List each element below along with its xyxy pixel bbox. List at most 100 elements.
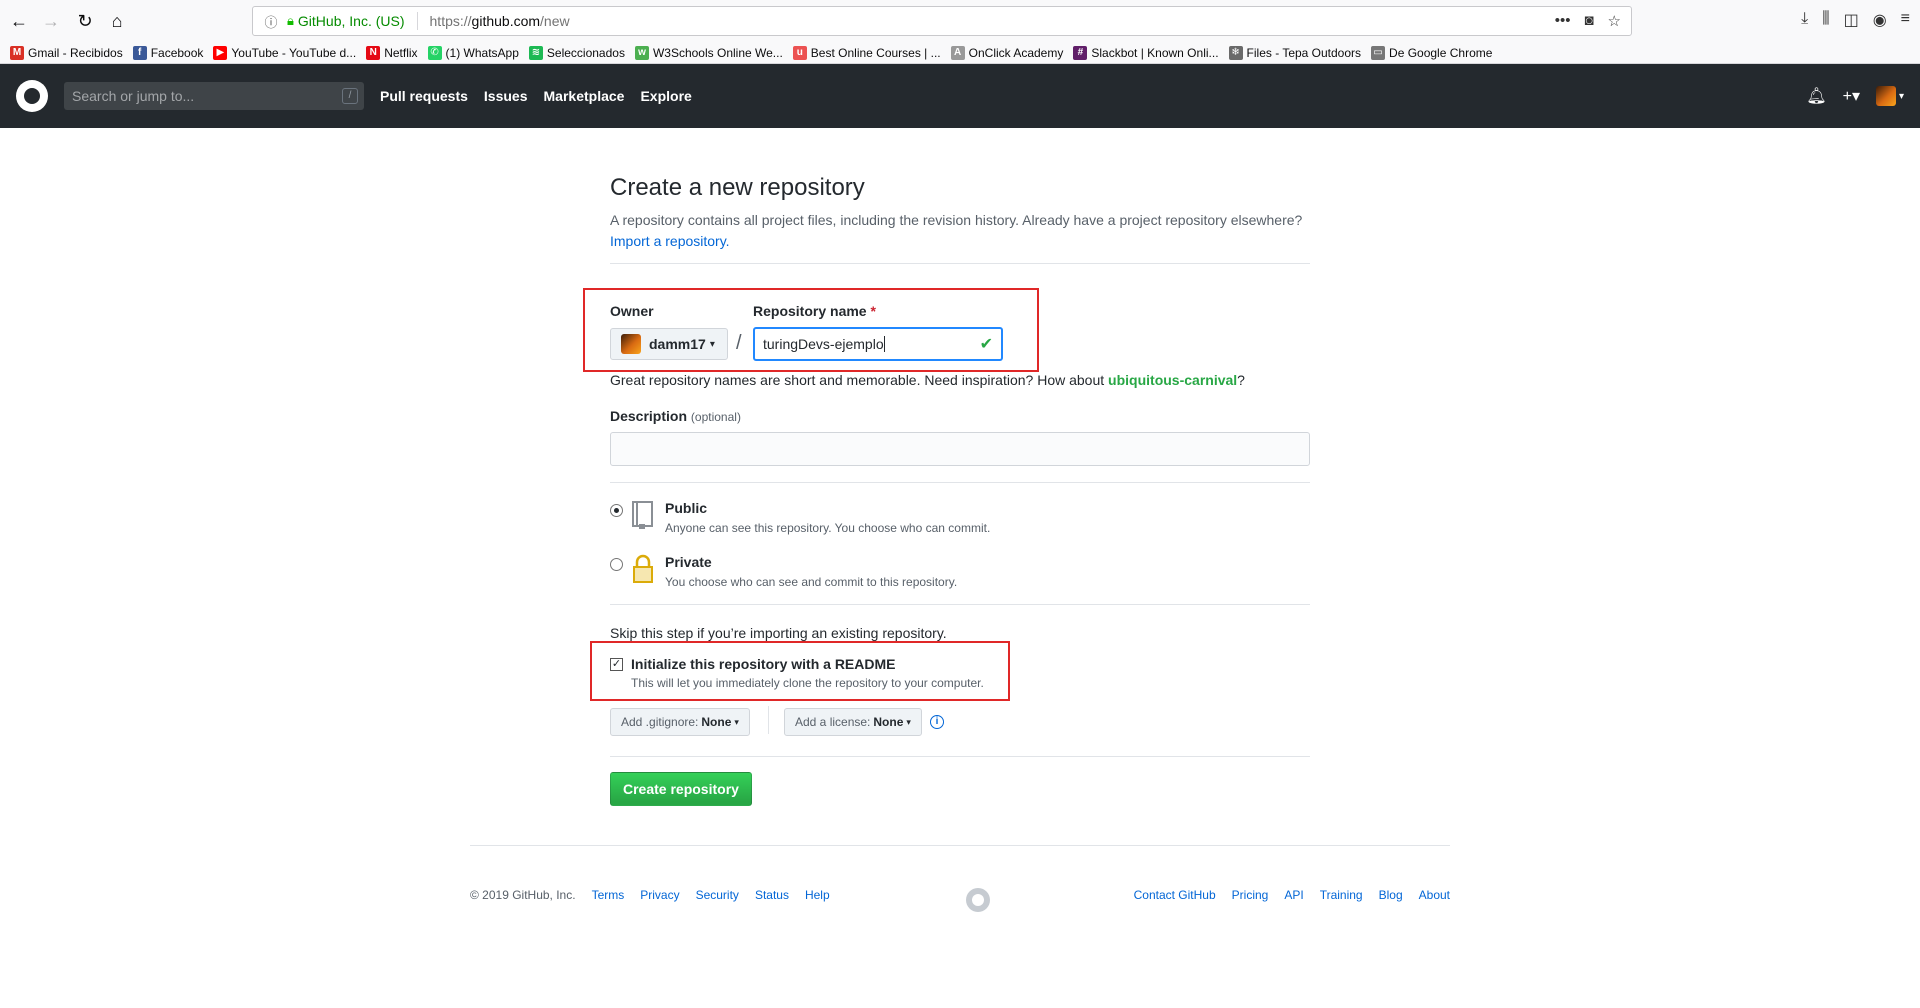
plus-dropdown-icon[interactable]: +▾ xyxy=(1843,86,1860,106)
chevron-down-icon: ▾ xyxy=(906,716,911,727)
search-input[interactable]: Search or jump to... / xyxy=(64,82,364,110)
hint-text: Great repository names are short and mem… xyxy=(610,372,1105,388)
bookmark-w3schools[interactable]: w W3Schools Online We... xyxy=(634,46,783,60)
bookmark-gmail[interactable]: M Gmail - Recibidos xyxy=(10,46,123,60)
url-text[interactable]: https://github.com/new xyxy=(430,13,570,29)
info-icon[interactable]: ⓘ xyxy=(261,12,281,31)
footer-link-training[interactable]: Training xyxy=(1320,888,1363,902)
description-label-text: Description xyxy=(610,408,688,424)
gitignore-select[interactable]: Add .gitignore: None ▾ xyxy=(610,708,750,736)
footer-link-status[interactable]: Status xyxy=(755,888,789,902)
folder-icon: ▭ xyxy=(1371,46,1386,60)
new-repo-form: Create a new repository A repository con… xyxy=(610,128,1310,252)
lock-icon: 🔒︎ xyxy=(287,13,294,28)
visibility-public-option[interactable]: Public Anyone can see this repository. Y… xyxy=(610,500,990,535)
bookmark-netflix[interactable]: N Netflix xyxy=(366,46,418,60)
account-icon[interactable]: ◉ xyxy=(1873,10,1887,30)
url-bar[interactable]: ⓘ 🔒︎ GitHub, Inc. (US) https://github.co… xyxy=(252,6,1632,36)
bookmark-facebook[interactable]: f Facebook xyxy=(132,46,203,60)
footer-link-privacy[interactable]: Privacy xyxy=(640,888,679,902)
highlight-box-name xyxy=(583,288,1039,372)
nav-explore[interactable]: Explore xyxy=(640,88,691,104)
page-title: Create a new repository xyxy=(610,174,865,201)
private-text: Private You choose who can see and commi… xyxy=(665,554,957,589)
license-select[interactable]: Add a license: None ▾ xyxy=(784,708,922,736)
bell-icon[interactable]: 🔔︎ xyxy=(1806,86,1826,106)
info-icon[interactable]: i xyxy=(930,715,944,729)
download-icon[interactable]: ⤓ xyxy=(1801,10,1808,30)
bookmark-udemy[interactable]: u Best Online Courses | ... xyxy=(792,46,941,60)
footer-link-terms[interactable]: Terms xyxy=(592,888,625,902)
bookmark-label: Slackbot | Known Onli... xyxy=(1091,46,1219,60)
bookmark-files[interactable]: ❄ Files - Tepa Outdoors xyxy=(1228,46,1361,60)
footer: © 2019 GitHub, Inc. Terms Privacy Security… xyxy=(470,845,1450,925)
nav-pull-requests[interactable]: Pull requests xyxy=(380,88,468,104)
browser-toolbar: ← → ↻ ⌂ ⓘ 🔒︎ GitHub, Inc. (US) https://g… xyxy=(0,0,1920,64)
bookmark-youtube[interactable]: ▶ YouTube - YouTube d... xyxy=(213,46,356,60)
description-label: Description (optional) xyxy=(610,408,741,424)
footer-left: © 2019 GitHub, Inc. Terms Privacy Security… xyxy=(470,888,830,902)
chevron-down-icon: ▾ xyxy=(1898,90,1904,102)
header-right: 🔔︎ +▾ ▾ xyxy=(1806,86,1904,106)
gitignore-value: None xyxy=(701,715,732,729)
bookmark-spotify[interactable]: ≋ Seleccionados xyxy=(528,46,625,60)
forward-icon[interactable]: → xyxy=(38,8,64,34)
github-mark-icon[interactable] xyxy=(966,888,990,912)
import-repository-link[interactable]: Import a repository. xyxy=(610,233,730,249)
avatar xyxy=(1875,86,1896,106)
udemy-icon: u xyxy=(792,46,807,60)
sidebar-icon[interactable]: ◫ xyxy=(1844,10,1859,30)
name-suggestion-link[interactable]: ubiquitous-carnival xyxy=(1108,372,1237,388)
footer-link-security[interactable]: Security xyxy=(696,888,739,902)
w3schools-icon: w xyxy=(634,46,649,60)
skip-step-text: Skip this step if you’re importing an ex… xyxy=(610,625,947,641)
subtitle-text: A repository contains all project files,… xyxy=(610,212,1303,228)
gmail-icon: M xyxy=(10,46,24,60)
visibility-private-option[interactable]: Private You choose who can see and commi… xyxy=(610,554,957,589)
footer-link-contact-github[interactable]: Contact GitHub xyxy=(1134,888,1216,902)
page-actions-icon[interactable]: ••• xyxy=(1555,12,1571,30)
repo-book-icon xyxy=(631,500,655,530)
menu-icon[interactable]: ≡ xyxy=(1901,10,1910,30)
footer-link-pricing[interactable]: Pricing xyxy=(1232,888,1269,902)
bookmark-label: OnClick Academy xyxy=(968,46,1064,60)
bookmark-slack[interactable]: # Slackbot | Known Onli... xyxy=(1073,46,1219,60)
repo-name-hint: Great repository names are short and mem… xyxy=(610,372,1245,388)
bookmark-whatsapp[interactable]: ✆ (1) WhatsApp xyxy=(427,46,519,60)
facebook-icon: f xyxy=(132,46,147,60)
back-icon[interactable]: ← xyxy=(6,8,32,34)
private-radio[interactable] xyxy=(610,558,623,571)
bookmark-onclick[interactable]: A OnClick Academy xyxy=(950,46,1064,60)
avatar-dropdown[interactable]: ▾ xyxy=(1875,86,1904,106)
pocket-icon[interactable]: ◙ xyxy=(1584,12,1593,30)
footer-link-api[interactable]: API xyxy=(1284,888,1303,902)
nav-marketplace[interactable]: Marketplace xyxy=(544,88,625,104)
browser-right-tools: ⤓ ⫼ ◫ ◉ ≡ xyxy=(1801,10,1910,30)
url-path: /new xyxy=(540,13,570,29)
hint-suffix: ? xyxy=(1237,372,1245,388)
spotify-icon: ≋ xyxy=(528,46,543,60)
site-identity[interactable]: GitHub, Inc. (US) xyxy=(298,13,405,29)
public-radio[interactable] xyxy=(610,504,623,517)
footer-link-blog[interactable]: Blog xyxy=(1379,888,1403,902)
nav-issues[interactable]: Issues xyxy=(484,88,528,104)
divider xyxy=(610,263,1310,264)
bookmarks-bar: M Gmail - Recibidos f Facebook ▶ YouTube - Yo… xyxy=(0,42,1920,64)
footer-link-help[interactable]: Help xyxy=(805,888,830,902)
footer-link-about[interactable]: About xyxy=(1419,888,1450,902)
url-prefix: https:// xyxy=(429,13,472,29)
search-placeholder: Search or jump to... xyxy=(72,88,195,104)
library-icon[interactable]: ⫼ xyxy=(1822,10,1829,30)
divider xyxy=(610,482,1310,483)
bookmark-folder[interactable]: ▭ De Google Chrome xyxy=(1371,46,1492,60)
bookmark-star-icon[interactable]: ☆ xyxy=(1608,12,1621,30)
create-repository-button[interactable]: Create repository xyxy=(610,772,752,806)
description-input[interactable] xyxy=(610,432,1310,466)
bookmark-label: W3Schools Online We... xyxy=(652,46,783,60)
divider xyxy=(610,756,1310,757)
home-icon[interactable]: ⌂ xyxy=(104,8,130,34)
github-logo-icon[interactable] xyxy=(16,80,48,112)
chevron-down-icon: ▾ xyxy=(734,716,739,727)
optional-note: (optional) xyxy=(690,410,741,424)
reload-icon[interactable]: ↻ xyxy=(72,8,98,34)
